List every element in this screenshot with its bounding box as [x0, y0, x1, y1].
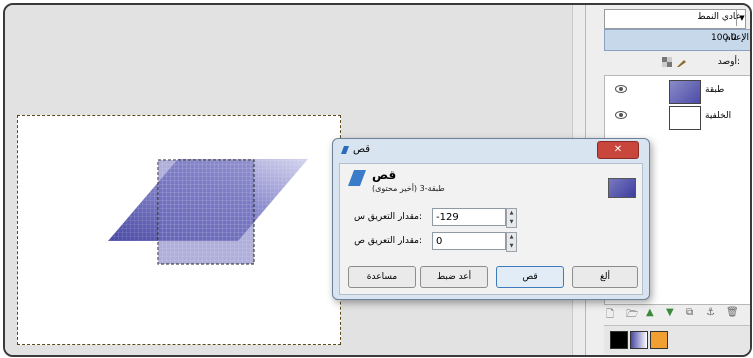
dialog-title: قص — [353, 144, 371, 155]
shear-button[interactable]: قص — [496, 266, 564, 288]
layer-thumbnail — [669, 80, 701, 104]
offset-y-spinner[interactable]: ▲ ▼ — [506, 232, 517, 252]
duplicate-layer-icon[interactable]: ⧉ — [686, 307, 693, 318]
cancel-button[interactable]: ألغ — [572, 266, 638, 288]
chevron-down-icon[interactable]: ▼ — [736, 10, 747, 26]
dialog-header-subtitle: طبقة-3 (أخير محتوى) — [372, 184, 445, 193]
shear-dialog: قص ✕ قص طبقة-3 (أخير محتوى) مقدار التعري… — [332, 138, 650, 300]
eye-icon[interactable] — [615, 85, 627, 93]
offset-x-spinner[interactable]: ▲ ▼ — [506, 208, 517, 228]
reset-button[interactable]: أعد ضبط — [420, 266, 488, 288]
lock-pixels-icon[interactable] — [676, 57, 687, 68]
dialog-buttons: مساعدة أعد ضبط قص ألغ — [348, 266, 638, 288]
offset-x-label: مقدار التعريق س: — [354, 212, 422, 222]
new-group-icon[interactable]: 🗁 — [626, 307, 638, 324]
layer-row[interactable]: الخلفية — [605, 104, 750, 130]
image-canvas[interactable] — [17, 115, 341, 345]
offset-y-input[interactable] — [432, 232, 506, 250]
shear-tool-icon — [348, 170, 366, 186]
raise-layer-icon[interactable]: ▲ — [646, 307, 654, 318]
layer-name: الخلفية — [705, 111, 732, 121]
close-button[interactable]: ✕ — [597, 141, 639, 159]
mode-label: عادي النمط — [697, 12, 741, 22]
dialog-header-title: قص — [372, 168, 397, 182]
offset-y-label: مقدار التعريق ص: — [354, 236, 422, 246]
shear-icon — [341, 146, 349, 154]
lower-layer-icon[interactable]: ▼ — [666, 307, 674, 318]
lock-label: أوصد: — [717, 57, 740, 67]
lock-alpha-icon[interactable] — [662, 57, 673, 68]
lock-row: أوصد: — [604, 55, 744, 71]
gradient-swatch[interactable] — [630, 331, 648, 349]
delete-layer-icon[interactable]: 🗑 — [726, 307, 739, 318]
dialog-body: قص طبقة-3 (أخير محتوى) مقدار التعريق س: … — [339, 163, 643, 295]
window-frame: عادي النمط ▼ الإعتام 100.0 أوصد: طبقة ال… — [3, 3, 752, 357]
new-layer-icon[interactable]: 🗋 — [606, 307, 614, 324]
offset-x-row: مقدار التعريق س: ▲▼ — [348, 208, 638, 228]
opacity-value: 100.0 — [711, 33, 737, 43]
mode-select[interactable]: عادي النمط ▼ — [604, 9, 746, 29]
layer-name: طبقة — [705, 85, 725, 95]
foreground-swatch[interactable] — [610, 331, 628, 349]
sheared-layer-preview — [108, 159, 308, 265]
help-button[interactable]: مساعدة — [348, 266, 416, 288]
layer-actions-bar: 🗋 🗁 ▲ ▼ ⧉ ⚓ 🗑 — [604, 307, 750, 324]
offset-y-row: مقدار التعريق ص: ▲▼ — [348, 232, 638, 252]
anchor-layer-icon[interactable]: ⚓ — [706, 307, 715, 318]
pattern-swatch[interactable] — [650, 331, 668, 349]
layer-row[interactable]: طبقة — [605, 78, 750, 104]
offset-x-input[interactable] — [432, 208, 506, 226]
layer-thumbnail — [669, 106, 701, 130]
eye-icon[interactable] — [615, 111, 627, 119]
colors-tab-row — [604, 325, 750, 354]
opacity-slider[interactable]: الإعتام 100.0 — [604, 29, 750, 51]
layer-preview-thumbnail — [608, 178, 636, 198]
